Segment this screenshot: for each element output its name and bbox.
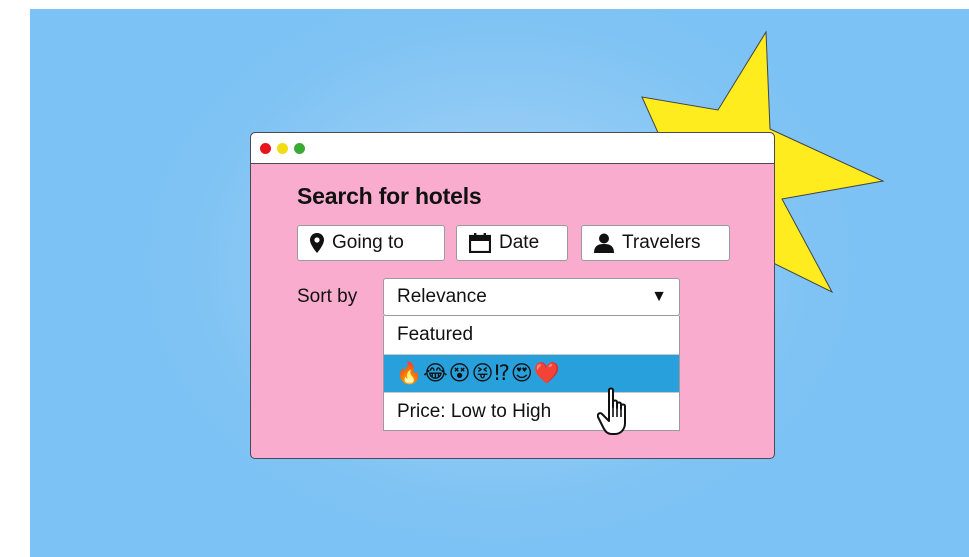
map-pin-icon [310, 233, 324, 253]
sort-option-featured[interactable]: Featured [384, 316, 679, 354]
close-dot[interactable] [260, 143, 271, 154]
travelers-button[interactable]: Travelers [581, 225, 730, 261]
minimize-dot[interactable] [277, 143, 288, 154]
going-to-button[interactable]: Going to [297, 225, 445, 261]
hand-pointer-icon [597, 387, 626, 435]
maximize-dot[interactable] [294, 143, 305, 154]
window-titlebar [251, 133, 774, 164]
background: Search for hotels Going to Date Traveler… [30, 9, 969, 557]
chevron-down-icon: ▼ [651, 288, 667, 305]
person-icon [594, 233, 614, 253]
travelers-label: Travelers [622, 232, 701, 253]
sort-selected-value: Relevance [397, 286, 487, 307]
going-to-label: Going to [332, 232, 404, 253]
sort-select[interactable]: Relevance ▼ [383, 278, 680, 316]
date-button[interactable]: Date [456, 225, 568, 261]
date-label: Date [499, 232, 540, 253]
sort-by-label: Sort by [297, 286, 358, 307]
calendar-icon [469, 233, 491, 253]
page-title: Search for hotels [297, 183, 482, 209]
browser-window: Search for hotels Going to Date Traveler… [250, 132, 775, 459]
